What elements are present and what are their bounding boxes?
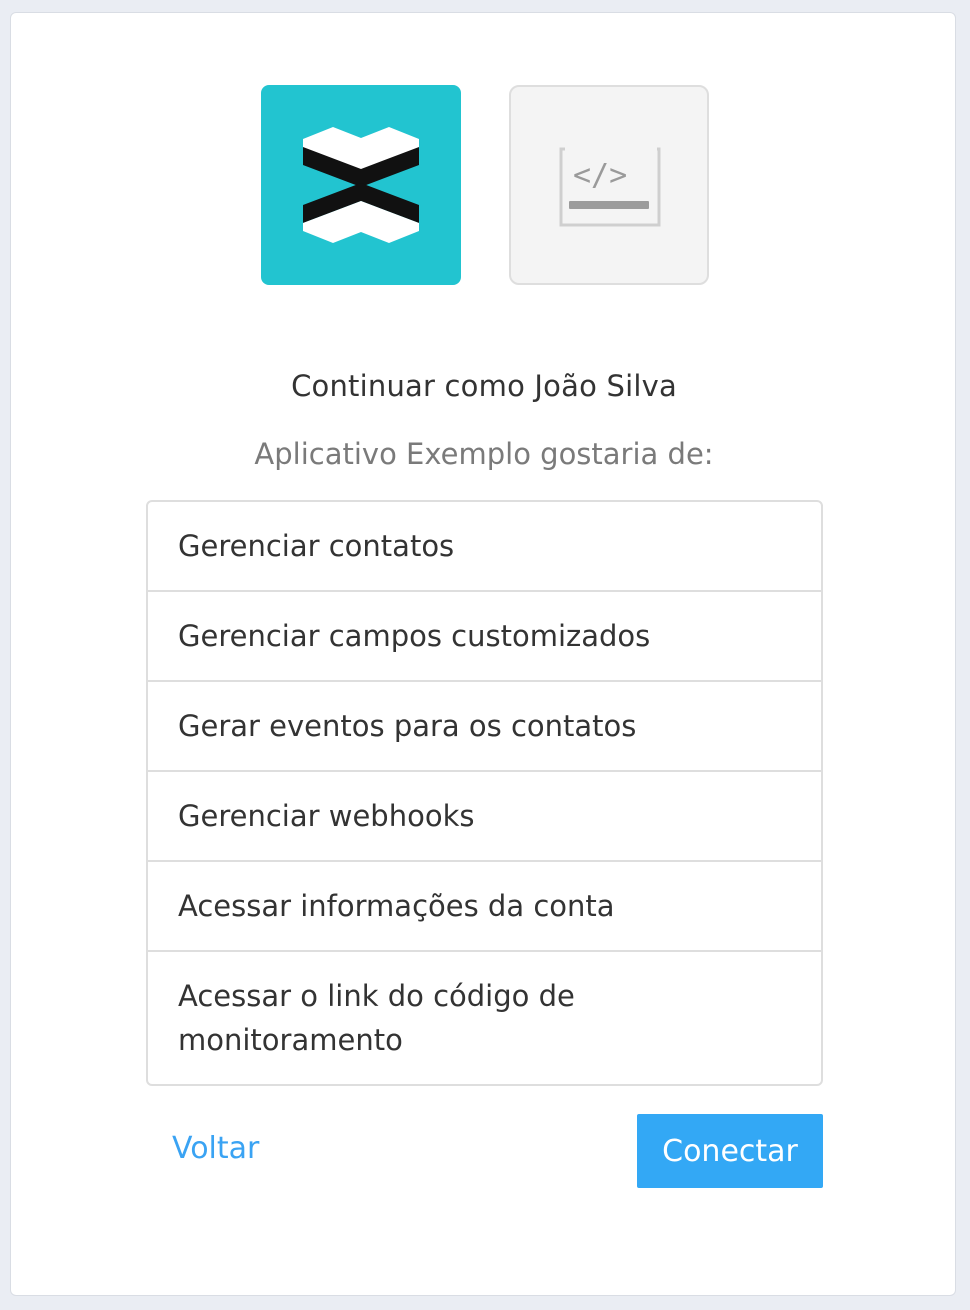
permission-item: Acessar informações da conta xyxy=(148,862,821,952)
continue-as-text: Continuar como João Silva xyxy=(291,369,677,403)
brand-chevrons-icon xyxy=(261,85,461,285)
permissions-list: Gerenciar contatos Gerenciar campos cust… xyxy=(146,500,823,1086)
authorization-card: </> Continuar como João Silva Aplicativo… xyxy=(10,12,956,1296)
permission-item: Gerenciar contatos xyxy=(148,502,821,592)
connect-button[interactable]: Conectar xyxy=(637,1114,823,1188)
app-logo: </> xyxy=(509,85,709,285)
logos-row: </> xyxy=(11,13,957,313)
permission-item: Gerenciar campos customizados xyxy=(148,592,821,682)
code-window-icon: </> xyxy=(559,145,661,227)
back-link[interactable]: Voltar xyxy=(172,1129,259,1169)
permissions-subtitle: Aplicativo Exemplo gostaria de: xyxy=(254,437,714,471)
brand-logo xyxy=(261,85,461,285)
permission-item: Gerar eventos para os contatos xyxy=(148,682,821,772)
permission-item: Gerenciar webhooks xyxy=(148,772,821,862)
svg-text:</>: </> xyxy=(573,158,627,193)
permission-item: Acessar o link do código de monitorament… xyxy=(178,979,575,1057)
